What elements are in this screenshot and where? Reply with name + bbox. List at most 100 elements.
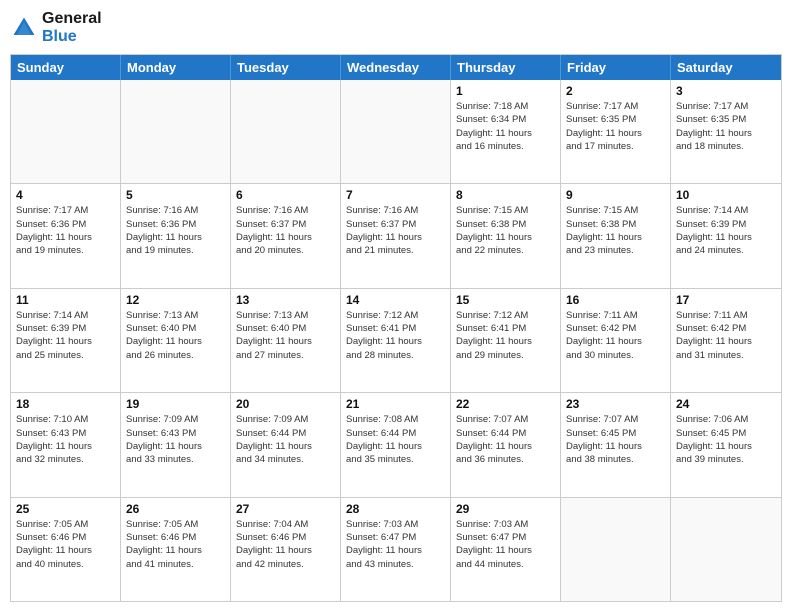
empty-cell xyxy=(341,80,451,183)
day-number: 6 xyxy=(236,188,335,202)
day-number: 13 xyxy=(236,293,335,307)
day-number: 12 xyxy=(126,293,225,307)
day-info: Sunrise: 7:07 AM Sunset: 6:44 PM Dayligh… xyxy=(456,413,555,466)
day-info: Sunrise: 7:16 AM Sunset: 6:37 PM Dayligh… xyxy=(346,204,445,257)
day-info: Sunrise: 7:08 AM Sunset: 6:44 PM Dayligh… xyxy=(346,413,445,466)
calendar-row-5: 25 Sunrise: 7:05 AM Sunset: 6:46 PM Dayli… xyxy=(11,498,781,601)
day-info: Sunrise: 7:12 AM Sunset: 6:41 PM Dayligh… xyxy=(346,309,445,362)
day-info: Sunrise: 7:10 AM Sunset: 6:43 PM Dayligh… xyxy=(16,413,115,466)
day-number: 29 xyxy=(456,502,555,516)
day-cell-5: 5 Sunrise: 7:16 AM Sunset: 6:36 PM Daylig… xyxy=(121,184,231,287)
day-number: 2 xyxy=(566,84,665,98)
logo-text: General Blue xyxy=(42,10,102,46)
calendar-header: SundayMondayTuesdayWednesdayThursdayFrid… xyxy=(11,55,781,80)
header: General Blue xyxy=(10,10,782,46)
day-cell-7: 7 Sunrise: 7:16 AM Sunset: 6:37 PM Daylig… xyxy=(341,184,451,287)
header-day-monday: Monday xyxy=(121,55,231,80)
day-info: Sunrise: 7:14 AM Sunset: 6:39 PM Dayligh… xyxy=(16,309,115,362)
day-number: 7 xyxy=(346,188,445,202)
day-number: 14 xyxy=(346,293,445,307)
day-cell-10: 10Sunrise: 7:14 AM Sunset: 6:39 PM Dayli… xyxy=(671,184,781,287)
day-info: Sunrise: 7:06 AM Sunset: 6:45 PM Dayligh… xyxy=(676,413,776,466)
day-cell-8: 8 Sunrise: 7:15 AM Sunset: 6:38 PM Daylig… xyxy=(451,184,561,287)
day-info: Sunrise: 7:09 AM Sunset: 6:44 PM Dayligh… xyxy=(236,413,335,466)
day-number: 23 xyxy=(566,397,665,411)
calendar-row-4: 18 Sunrise: 7:10 AM Sunset: 6:43 PM Dayli… xyxy=(11,393,781,497)
header-day-wednesday: Wednesday xyxy=(341,55,451,80)
day-number: 5 xyxy=(126,188,225,202)
day-cell-15: 15Sunrise: 7:12 AM Sunset: 6:41 PM Dayli… xyxy=(451,289,561,392)
day-cell-3: 3 Sunrise: 7:17 AM Sunset: 6:35 PM Daylig… xyxy=(671,80,781,183)
day-cell-19: 19Sunrise: 7:09 AM Sunset: 6:43 PM Dayli… xyxy=(121,393,231,496)
header-day-tuesday: Tuesday xyxy=(231,55,341,80)
day-info: Sunrise: 7:17 AM Sunset: 6:35 PM Dayligh… xyxy=(566,100,665,153)
day-cell-13: 13 Sunrise: 7:13 AM Sunset: 6:40 PM Dayli… xyxy=(231,289,341,392)
calendar-row-3: 11 Sunrise: 7:14 AM Sunset: 6:39 PM Dayli… xyxy=(11,289,781,393)
day-number: 24 xyxy=(676,397,776,411)
day-cell-22: 22Sunrise: 7:07 AM Sunset: 6:44 PM Dayli… xyxy=(451,393,561,496)
day-info: Sunrise: 7:09 AM Sunset: 6:43 PM Dayligh… xyxy=(126,413,225,466)
header-day-sunday: Sunday xyxy=(11,55,121,80)
day-cell-23: 23 Sunrise: 7:07 AM Sunset: 6:45 PM Dayli… xyxy=(561,393,671,496)
day-number: 4 xyxy=(16,188,115,202)
day-info: Sunrise: 7:03 AM Sunset: 6:47 PM Dayligh… xyxy=(346,518,445,571)
day-number: 10 xyxy=(676,188,776,202)
day-info: Sunrise: 7:13 AM Sunset: 6:40 PM Dayligh… xyxy=(126,309,225,362)
day-cell-11: 11 Sunrise: 7:14 AM Sunset: 6:39 PM Dayli… xyxy=(11,289,121,392)
day-info: Sunrise: 7:05 AM Sunset: 6:46 PM Dayligh… xyxy=(16,518,115,571)
day-number: 11 xyxy=(16,293,115,307)
empty-cell xyxy=(121,80,231,183)
empty-cell xyxy=(671,498,781,601)
day-cell-12: 12 Sunrise: 7:13 AM Sunset: 6:40 PM Dayli… xyxy=(121,289,231,392)
day-number: 18 xyxy=(16,397,115,411)
day-cell-24: 24 Sunrise: 7:06 AM Sunset: 6:45 PM Dayli… xyxy=(671,393,781,496)
logo-icon xyxy=(10,14,38,42)
day-number: 15 xyxy=(456,293,555,307)
empty-cell xyxy=(231,80,341,183)
day-info: Sunrise: 7:15 AM Sunset: 6:38 PM Dayligh… xyxy=(456,204,555,257)
day-cell-17: 17Sunrise: 7:11 AM Sunset: 6:42 PM Dayli… xyxy=(671,289,781,392)
day-cell-25: 25 Sunrise: 7:05 AM Sunset: 6:46 PM Dayli… xyxy=(11,498,121,601)
day-cell-29: 29 Sunrise: 7:03 AM Sunset: 6:47 PM Dayli… xyxy=(451,498,561,601)
day-info: Sunrise: 7:15 AM Sunset: 6:38 PM Dayligh… xyxy=(566,204,665,257)
day-cell-26: 26 Sunrise: 7:05 AM Sunset: 6:46 PM Dayli… xyxy=(121,498,231,601)
day-number: 20 xyxy=(236,397,335,411)
day-number: 17 xyxy=(676,293,776,307)
day-info: Sunrise: 7:13 AM Sunset: 6:40 PM Dayligh… xyxy=(236,309,335,362)
calendar: SundayMondayTuesdayWednesdayThursdayFrid… xyxy=(10,54,782,602)
header-day-saturday: Saturday xyxy=(671,55,781,80)
page: General Blue SundayMondayTuesdayWednesda… xyxy=(0,0,792,612)
day-info: Sunrise: 7:04 AM Sunset: 6:46 PM Dayligh… xyxy=(236,518,335,571)
day-number: 25 xyxy=(16,502,115,516)
day-cell-28: 28 Sunrise: 7:03 AM Sunset: 6:47 PM Dayli… xyxy=(341,498,451,601)
day-cell-14: 14 Sunrise: 7:12 AM Sunset: 6:41 PM Dayli… xyxy=(341,289,451,392)
day-number: 9 xyxy=(566,188,665,202)
day-number: 16 xyxy=(566,293,665,307)
header-day-thursday: Thursday xyxy=(451,55,561,80)
day-info: Sunrise: 7:11 AM Sunset: 6:42 PM Dayligh… xyxy=(566,309,665,362)
day-number: 8 xyxy=(456,188,555,202)
calendar-row-1: 1Sunrise: 7:18 AM Sunset: 6:34 PM Daylig… xyxy=(11,80,781,184)
day-number: 3 xyxy=(676,84,776,98)
day-info: Sunrise: 7:07 AM Sunset: 6:45 PM Dayligh… xyxy=(566,413,665,466)
calendar-row-2: 4 Sunrise: 7:17 AM Sunset: 6:36 PM Daylig… xyxy=(11,184,781,288)
day-number: 28 xyxy=(346,502,445,516)
calendar-body: 1Sunrise: 7:18 AM Sunset: 6:34 PM Daylig… xyxy=(11,80,781,601)
day-cell-9: 9 Sunrise: 7:15 AM Sunset: 6:38 PM Daylig… xyxy=(561,184,671,287)
day-cell-18: 18 Sunrise: 7:10 AM Sunset: 6:43 PM Dayli… xyxy=(11,393,121,496)
day-number: 26 xyxy=(126,502,225,516)
day-cell-6: 6 Sunrise: 7:16 AM Sunset: 6:37 PM Daylig… xyxy=(231,184,341,287)
day-number: 27 xyxy=(236,502,335,516)
logo: General Blue xyxy=(10,10,102,46)
day-info: Sunrise: 7:17 AM Sunset: 6:35 PM Dayligh… xyxy=(676,100,776,153)
day-cell-27: 27 Sunrise: 7:04 AM Sunset: 6:46 PM Dayli… xyxy=(231,498,341,601)
day-info: Sunrise: 7:16 AM Sunset: 6:36 PM Dayligh… xyxy=(126,204,225,257)
day-info: Sunrise: 7:05 AM Sunset: 6:46 PM Dayligh… xyxy=(126,518,225,571)
empty-cell xyxy=(11,80,121,183)
day-cell-21: 21Sunrise: 7:08 AM Sunset: 6:44 PM Dayli… xyxy=(341,393,451,496)
day-info: Sunrise: 7:03 AM Sunset: 6:47 PM Dayligh… xyxy=(456,518,555,571)
day-number: 1 xyxy=(456,84,555,98)
day-info: Sunrise: 7:16 AM Sunset: 6:37 PM Dayligh… xyxy=(236,204,335,257)
day-cell-1: 1Sunrise: 7:18 AM Sunset: 6:34 PM Daylig… xyxy=(451,80,561,183)
day-info: Sunrise: 7:17 AM Sunset: 6:36 PM Dayligh… xyxy=(16,204,115,257)
